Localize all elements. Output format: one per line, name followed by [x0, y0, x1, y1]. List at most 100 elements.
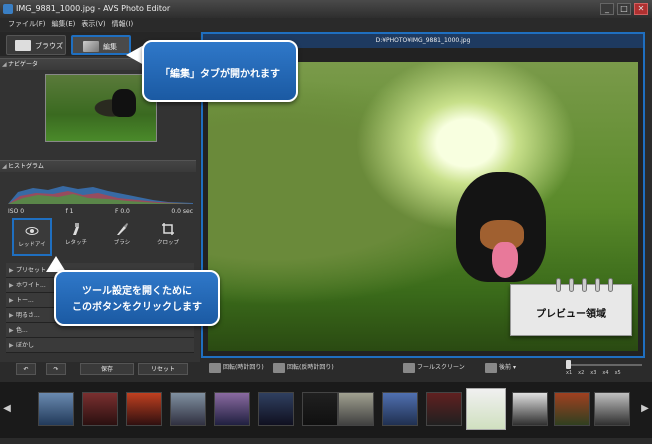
callout-tool-button: ツール設定を開くために このボタンをクリックします [54, 270, 220, 326]
thumbnail[interactable] [170, 392, 206, 426]
close-button[interactable]: ✕ [634, 3, 648, 15]
maximize-button[interactable]: □ [617, 3, 631, 15]
rotate-ccw-label: 回転(反時計回り) [287, 364, 334, 371]
zoom-labels: x1 x2 x3 x4 x5 [566, 370, 646, 376]
thumbnail[interactable] [338, 392, 374, 426]
chevron-down-icon: ▾ [512, 364, 516, 371]
reset-button[interactable]: リセット [138, 363, 188, 375]
dog-tongue [492, 242, 518, 278]
histogram-graph [8, 186, 193, 204]
redo-button[interactable]: ↷ [46, 363, 66, 375]
thumbnail[interactable] [214, 392, 250, 426]
save-button[interactable]: 保存 [80, 363, 134, 375]
rotate-cw-button[interactable]: 回転(時計回り) [209, 362, 264, 374]
navigator-title: ナビゲータ [8, 61, 39, 68]
expand-arrow-icon: ▶ [9, 267, 14, 274]
tool-buttons: レッドアイ レタッチ ブラシ クロップ [8, 218, 194, 258]
retouch-label: レタッチ [64, 240, 87, 246]
retouch-icon [73, 223, 79, 235]
list-item-label: 色... [16, 327, 28, 334]
expand-arrow-icon: ▶ [9, 282, 14, 289]
zoom-x2: x2 [578, 370, 585, 376]
thumbnail[interactable] [302, 392, 338, 426]
filmstrip-left-arrow-icon[interactable]: ◀ [2, 400, 12, 418]
menu-file[interactable]: ファイル(F) [8, 18, 46, 31]
crop-button[interactable]: クロップ [148, 218, 188, 256]
menu-info[interactable]: 情報(I) [112, 18, 134, 31]
crop-icon [162, 223, 174, 235]
tab-edit[interactable]: 編集 [71, 35, 131, 55]
menu-view[interactable]: 表示(V) [81, 18, 105, 31]
callout-edit-tab-text: 「編集」タブが開かれます [160, 69, 280, 80]
collapse-arrow-icon: ◢ [2, 61, 7, 68]
filmstrip: ◀ ▶ [0, 382, 652, 438]
thumbnail-selected[interactable] [466, 388, 506, 430]
thumbnail[interactable] [594, 392, 630, 426]
menu-bar: ファイル(F) 編集(E) 表示(V) 情報(I) [0, 18, 652, 31]
zoom-x4: x4 [602, 370, 609, 376]
tab-browse[interactable]: ブラウズ [6, 35, 66, 55]
zoom-x1: x1 [566, 370, 573, 376]
redeye-label: レッドアイ [18, 242, 46, 248]
rotate-cw-label: 回転(時計回り) [223, 364, 264, 371]
folder-icon [15, 40, 31, 51]
fullscreen-icon [403, 363, 415, 373]
compare-button[interactable]: 後前 ▾ [485, 362, 516, 374]
thumbnail[interactable] [554, 392, 590, 426]
ring-icon [556, 278, 561, 292]
crop-label: クロップ [156, 240, 179, 246]
expand-arrow-icon: ▶ [9, 342, 14, 349]
callout-tool-text-1: ツール設定を開くために [82, 286, 192, 297]
rotate-ccw-button[interactable]: 回転(反時計回り) [273, 362, 334, 374]
ring-icon [595, 278, 600, 292]
expand-arrow-icon: ▶ [9, 297, 14, 304]
list-item-label: ホワイト... [16, 282, 46, 289]
collapse-arrow-icon: ◢ [2, 163, 7, 170]
title-bar: IMG_9881_1000.jpg - AVS Photo Editor _ □… [0, 0, 652, 18]
aperture-value: F 0.0 [114, 208, 130, 215]
minimize-button[interactable]: _ [600, 3, 614, 15]
zoom-x3: x3 [590, 370, 597, 376]
rotate-cw-icon [209, 363, 221, 373]
thumbnail[interactable] [258, 392, 294, 426]
app-icon [3, 4, 13, 14]
list-item[interactable]: ▶ ぼかし [6, 338, 194, 353]
zoom-x5: x5 [614, 370, 621, 376]
fullscreen-button[interactable]: フールスクリーン [403, 362, 465, 374]
histogram-header[interactable]: ◢ ヒストグラム [0, 160, 196, 172]
rotate-ccw-icon [273, 363, 285, 373]
ring-icon [608, 278, 613, 292]
navigator-dog [112, 89, 136, 117]
compare-label: 後前 [499, 364, 512, 371]
thumbnail[interactable] [38, 392, 74, 426]
list-item-label: プリセット [16, 267, 47, 274]
zoom-slider-track[interactable] [566, 364, 642, 366]
tab-edit-label: 編集 [103, 43, 117, 51]
edit-icon [83, 41, 99, 52]
callout-tool-text-2: このボタンをクリックします [72, 302, 202, 313]
thumbnail[interactable] [126, 392, 162, 426]
brush-label: ブラシ [113, 240, 131, 246]
brush-button[interactable]: ブラシ [102, 218, 142, 256]
note-rings [556, 278, 613, 292]
redeye-button[interactable]: レッドアイ [12, 218, 52, 256]
menu-edit[interactable]: 編集(E) [52, 18, 76, 31]
window-title: IMG_9881_1000.jpg - AVS Photo Editor [16, 4, 171, 13]
iso-value: ISO 0 [8, 208, 25, 215]
callout-edit-tab: 「編集」タブが開かれます [142, 40, 298, 102]
shutter-value: 0.0 sec [171, 208, 193, 215]
list-item-label: 明るさ... [16, 312, 40, 319]
thumbnail[interactable] [426, 392, 462, 426]
thumbnail[interactable] [82, 392, 118, 426]
thumbnail[interactable] [382, 392, 418, 426]
histogram-title: ヒストグラム [8, 163, 44, 170]
navigator-thumbnail[interactable] [45, 74, 157, 142]
retouch-button[interactable]: レタッチ [56, 218, 96, 256]
undo-button[interactable]: ↶ [16, 363, 36, 375]
filmstrip-right-arrow-icon[interactable]: ▶ [640, 400, 650, 418]
zoom-slider-handle[interactable] [566, 360, 571, 369]
thumbnail[interactable] [512, 392, 548, 426]
action-buttons: ↶ ↷ 保存 リセット [0, 362, 200, 376]
expand-arrow-icon: ▶ [9, 312, 14, 319]
list-item-label: ぼかし [16, 342, 35, 349]
